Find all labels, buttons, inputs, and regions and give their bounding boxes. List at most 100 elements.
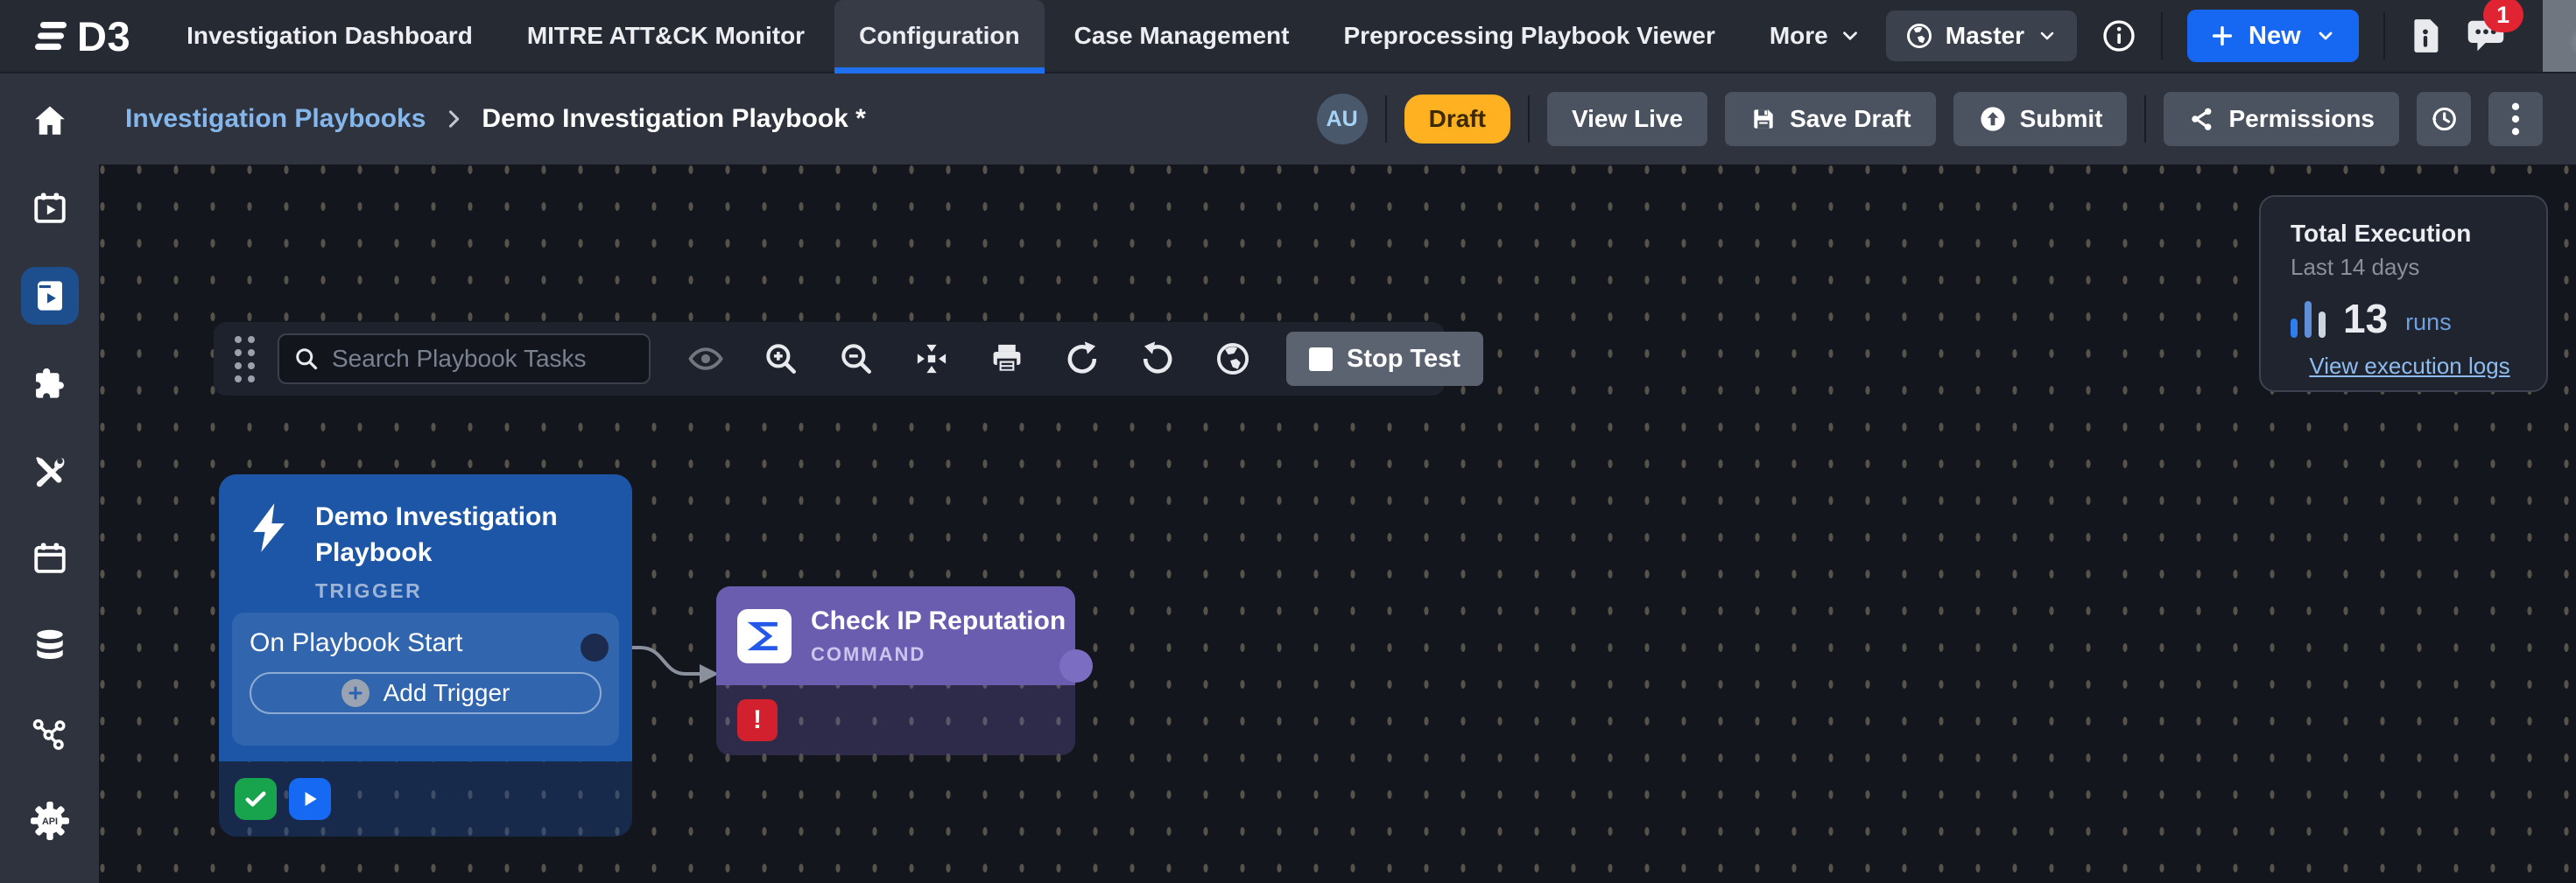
chevron-down-icon (2315, 25, 2336, 46)
floppy-icon (1749, 105, 1777, 133)
breadcrumb: Investigation Playbooks Demo Investigati… (125, 104, 866, 134)
new-label: New (2249, 22, 2301, 51)
d3-logo[interactable]: D3 (0, 0, 162, 72)
notifications-button[interactable]: 1 (2466, 17, 2506, 55)
plus-icon (2210, 24, 2235, 48)
calendar-icon (32, 540, 68, 577)
sidebar-item-scheduled-playbooks[interactable] (0, 165, 99, 252)
kebab-menu-icon (2511, 102, 2520, 136)
sidebar-item-playbooks[interactable] (0, 252, 99, 340)
command-node-footer: ! (716, 685, 1075, 755)
sidebar-item-integrations[interactable] (0, 340, 99, 427)
release-notes-button[interactable] (2410, 17, 2441, 55)
enabled-check-button[interactable] (235, 778, 277, 820)
globe-icon (1905, 22, 1933, 50)
playbook-canvas[interactable]: Stop Test Total Execution Last 14 days 1… (99, 165, 2576, 883)
top-navbar: D3 Investigation Dashboard MITRE ATT&CK … (0, 0, 2576, 74)
trigger-list: On Playbook Start Add Trigger (232, 613, 619, 746)
search-input[interactable] (332, 345, 635, 373)
nav-investigation-dashboard[interactable]: Investigation Dashboard (162, 0, 497, 72)
execution-panel-title: Total Execution (2291, 220, 2529, 248)
nav-case-management[interactable]: Case Management (1050, 0, 1314, 72)
stop-icon (1309, 347, 1333, 371)
add-trigger-button[interactable]: Add Trigger (250, 672, 602, 714)
branch-label: Master (1946, 22, 2024, 50)
divider (1385, 95, 1387, 143)
history-clock-icon (2429, 104, 2459, 134)
zoom-out-icon[interactable] (838, 340, 875, 377)
breadcrumb-link[interactable]: Investigation Playbooks (125, 104, 426, 134)
chevron-down-icon (1839, 25, 1862, 47)
left-sidebar: API (0, 74, 99, 883)
trigger-node-title: Demo Investigation Playbook (315, 499, 578, 571)
play-icon (299, 788, 321, 810)
command-icon (737, 609, 792, 663)
branch-selector[interactable]: Master (1886, 11, 2077, 61)
check-icon (243, 786, 269, 812)
toolbar-drag-handle[interactable] (235, 336, 255, 382)
save-draft-button[interactable]: Save Draft (1725, 92, 1936, 146)
eye-icon[interactable] (687, 340, 724, 377)
trigger-output-port[interactable] (581, 634, 609, 662)
redo-icon[interactable] (1064, 340, 1101, 377)
plus-circle-icon (341, 679, 370, 707)
execution-count: 13 (2343, 298, 2388, 339)
trigger-node[interactable]: Demo Investigation Playbook TRIGGER On P… (219, 474, 632, 837)
database-icon (32, 627, 68, 664)
user-avatar[interactable] (2543, 0, 2576, 72)
sidebar-item-home[interactable] (0, 77, 99, 165)
new-button[interactable]: New (2187, 10, 2359, 62)
sidebar-item-utility-commands[interactable] (0, 427, 99, 515)
info-button[interactable] (2101, 18, 2136, 53)
calendar-play-icon (32, 190, 68, 227)
sidebar-item-api-settings[interactable]: API (0, 777, 99, 865)
command-node-type: COMMAND (811, 643, 1066, 666)
command-output-port[interactable] (1059, 649, 1093, 683)
run-play-button[interactable] (289, 778, 331, 820)
notification-badge: 1 (2483, 0, 2523, 32)
app-body: API Investigation Playbooks Demo Investi… (0, 74, 2576, 883)
nav-configuration[interactable]: Configuration (834, 0, 1045, 72)
page-header: Investigation Playbooks Demo Investigati… (99, 74, 2576, 165)
home-icon (32, 102, 68, 139)
nav-preprocessing-playbook-viewer[interactable]: Preprocessing Playbook Viewer (1320, 0, 1740, 72)
execution-unit: runs (2405, 309, 2452, 339)
trigger-event-label[interactable]: On Playbook Start (250, 628, 602, 658)
command-node[interactable]: Check IP Reputation COMMAND ! (716, 586, 1075, 755)
divider (2161, 12, 2163, 60)
divider (2383, 12, 2385, 60)
task-search (278, 333, 651, 384)
status-badge: Draft (1404, 95, 1510, 144)
nav-more[interactable]: More (1745, 0, 1886, 72)
stop-test-button[interactable]: Stop Test (1286, 332, 1483, 386)
svg-text:API: API (41, 816, 57, 827)
version-history-button[interactable] (2417, 92, 2471, 146)
share-nodes-icon (32, 715, 68, 752)
chevron-down-icon (2037, 25, 2058, 46)
bar-chart-icon (2291, 299, 2326, 338)
view-execution-logs-link[interactable]: View execution logs (2291, 353, 2529, 380)
nav-mitre-attck-monitor[interactable]: MITRE ATT&CK Monitor (503, 0, 829, 72)
collaborator-avatar[interactable]: AU (1317, 94, 1368, 144)
sidebar-item-data-management[interactable] (0, 602, 99, 690)
submit-arrow-icon (1978, 104, 2008, 134)
globe-icon[interactable] (1214, 340, 1251, 377)
puzzle-icon (32, 365, 68, 402)
info-icon (2101, 18, 2136, 53)
more-options-button[interactable] (2488, 92, 2543, 146)
undo-icon[interactable] (1139, 340, 1176, 377)
document-info-icon (2410, 17, 2441, 55)
navbar-right: Master New 1 (1886, 0, 2576, 72)
divider (2144, 95, 2146, 143)
logo-text: D3 (77, 12, 130, 60)
view-live-button[interactable]: View Live (1547, 92, 1707, 146)
permissions-button[interactable]: Permissions (2164, 92, 2399, 146)
submit-button[interactable]: Submit (1953, 92, 2128, 146)
sidebar-item-calendar[interactable] (0, 515, 99, 602)
printer-icon[interactable] (989, 340, 1025, 377)
search-icon (293, 346, 320, 372)
error-indicator[interactable]: ! (737, 699, 778, 741)
sidebar-item-connections[interactable] (0, 690, 99, 777)
zoom-in-icon[interactable] (763, 340, 799, 377)
fit-screen-icon[interactable] (913, 340, 950, 377)
